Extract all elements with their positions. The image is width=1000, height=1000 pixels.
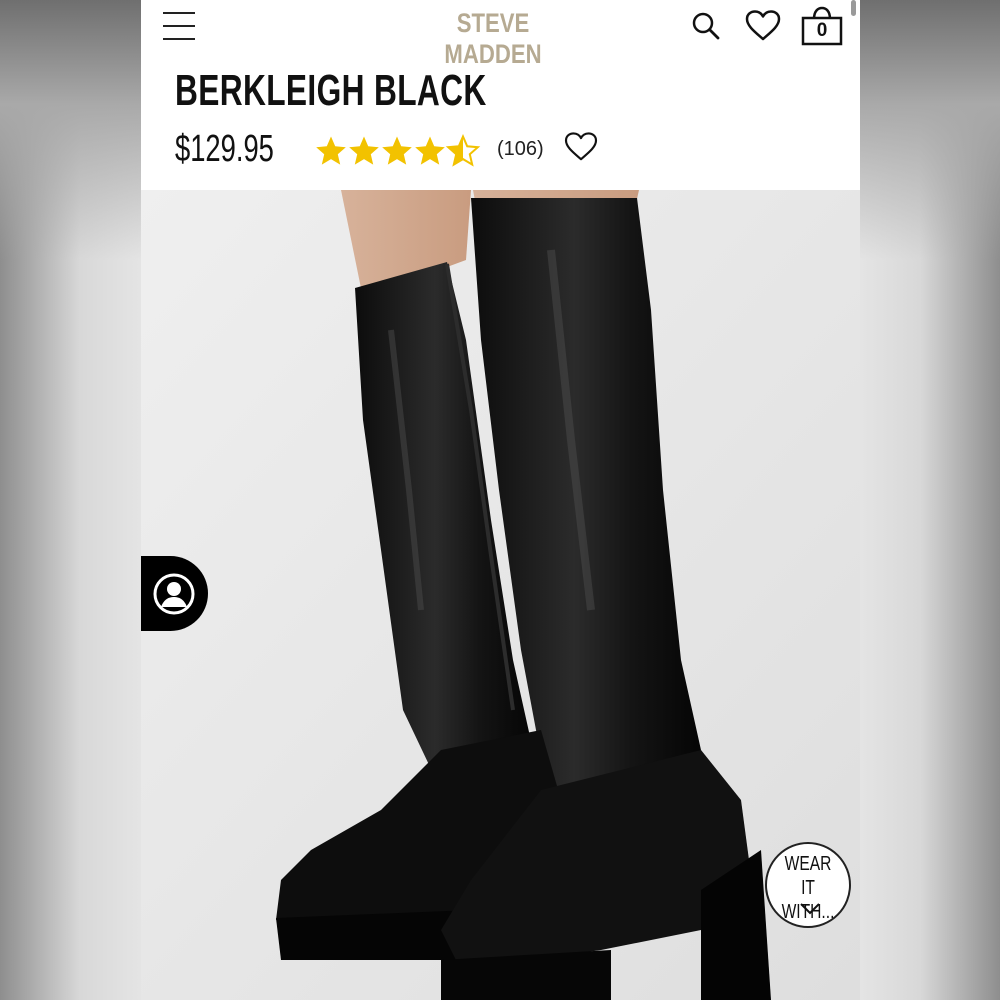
star-icon [415,136,445,165]
product-image[interactable] [141,190,860,1000]
header: STEVE MADDEN 0 BERKLEIGH BLACK $129.95 (… [141,0,860,190]
product-price: $129.95 [175,128,274,170]
half-star-icon [447,135,479,166]
chevron-down-icon [800,903,820,915]
heart-icon[interactable] [745,10,781,47]
mobile-page: STEVE MADDEN 0 BERKLEIGH BLACK $129.95 (… [141,0,860,1000]
product-title: BERKLEIGH BLACK [175,66,487,115]
scrollbar[interactable] [851,0,856,16]
cart-count: 0 [816,20,828,41]
wishlist-heart-icon[interactable] [564,132,598,167]
search-icon[interactable] [692,12,720,45]
star-rating[interactable] [315,134,483,168]
menu-icon[interactable] [163,12,195,42]
wear-it-with-label-1: WEAR IT [784,853,832,899]
shopping-bag-icon[interactable]: 0 [801,6,843,51]
star-icon [316,136,346,165]
review-count-link[interactable]: (106) [497,138,544,161]
wear-it-with-button[interactable]: WEAR IT WITH... [765,842,851,928]
star-icon [382,136,412,165]
brand-logo[interactable]: STEVE MADDEN [419,8,567,70]
star-icon [349,136,379,165]
user-icon [153,573,195,615]
